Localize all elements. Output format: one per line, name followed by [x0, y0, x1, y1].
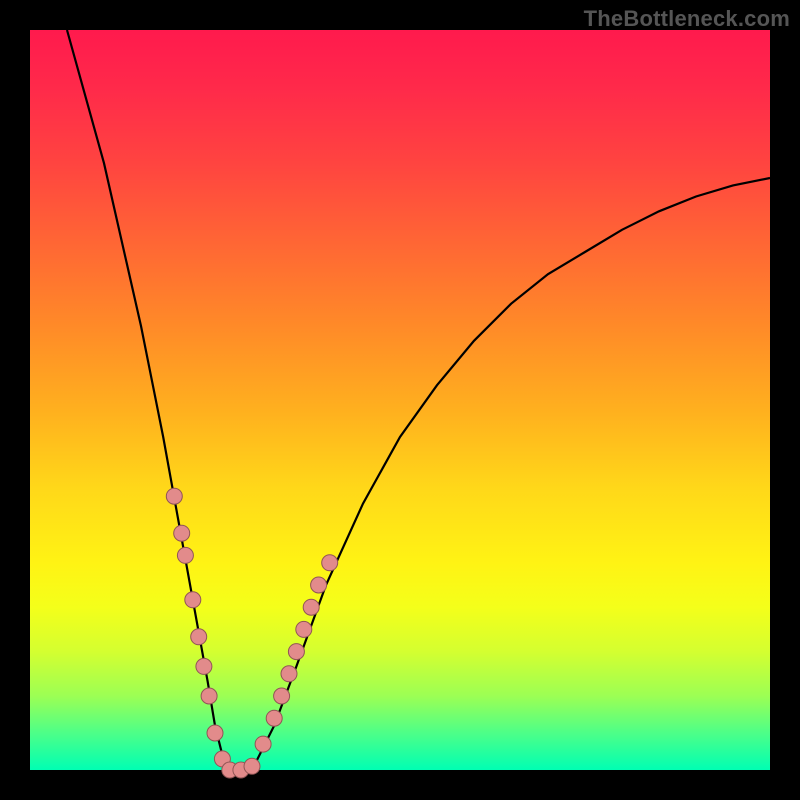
chart-svg	[30, 30, 770, 770]
scatter-point	[201, 688, 217, 704]
scatter-points	[166, 488, 337, 778]
plot-area	[30, 30, 770, 770]
scatter-point	[244, 758, 260, 774]
scatter-point	[166, 488, 182, 504]
scatter-point	[281, 666, 297, 682]
scatter-point	[274, 688, 290, 704]
scatter-point	[196, 658, 212, 674]
watermark-text: TheBottleneck.com	[584, 6, 790, 32]
scatter-point	[311, 577, 327, 593]
scatter-point	[266, 710, 282, 726]
scatter-point	[303, 599, 319, 615]
scatter-point	[255, 736, 271, 752]
scatter-point	[185, 592, 201, 608]
scatter-point	[296, 621, 312, 637]
scatter-point	[191, 629, 207, 645]
scatter-point	[174, 525, 190, 541]
scatter-point	[322, 555, 338, 571]
bottleneck-curve	[67, 30, 770, 770]
scatter-point	[177, 547, 193, 563]
scatter-point	[207, 725, 223, 741]
scatter-point	[288, 644, 304, 660]
